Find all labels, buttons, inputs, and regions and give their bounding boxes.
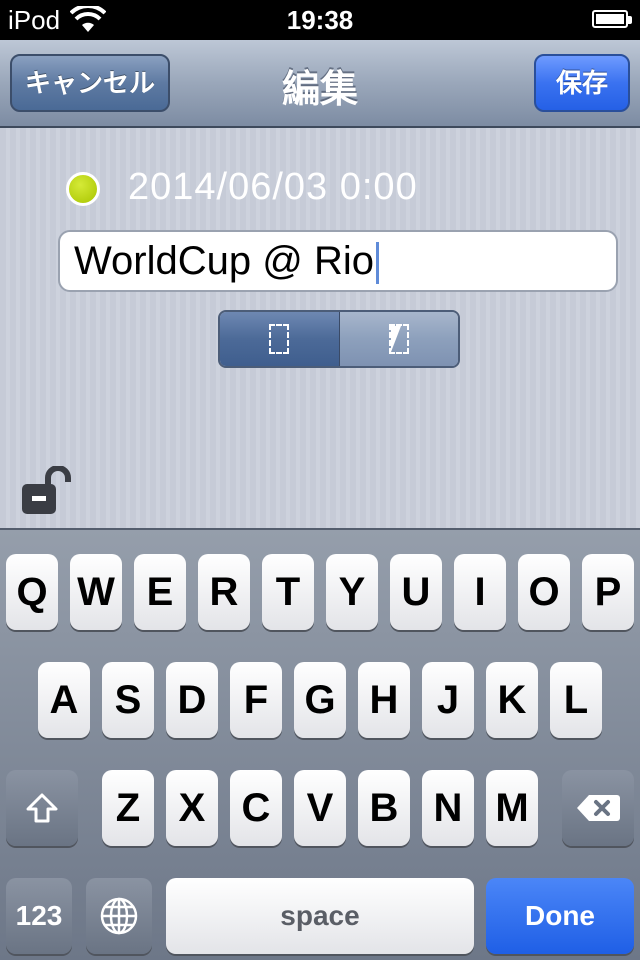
delete-key[interactable] [562, 770, 634, 846]
shift-key[interactable] [6, 770, 78, 846]
half-filled-box-icon [388, 324, 409, 354]
key-e[interactable]: E [134, 554, 186, 630]
unlock-icon[interactable] [20, 466, 74, 516]
key-c[interactable]: C [230, 770, 282, 846]
save-button[interactable]: 保存 [534, 54, 630, 112]
numbers-key[interactable]: 123 [6, 878, 72, 954]
key-x[interactable]: X [166, 770, 218, 846]
segment-half[interactable] [339, 312, 458, 366]
edit-form: 2014/06/03 0:00 WorldCup @ Rio [0, 128, 640, 528]
key-h[interactable]: H [358, 662, 410, 738]
key-s[interactable]: S [102, 662, 154, 738]
clock: 19:38 [286, 5, 354, 35]
key-j[interactable]: J [422, 662, 474, 738]
dashed-box-icon [269, 324, 290, 354]
key-q[interactable]: Q [6, 554, 58, 630]
backspace-icon [577, 795, 620, 821]
key-o[interactable]: O [518, 554, 570, 630]
key-g[interactable]: G [294, 662, 346, 738]
event-title-field[interactable]: WorldCup @ Rio [58, 230, 618, 292]
key-t[interactable]: T [262, 554, 314, 630]
key-k[interactable]: K [486, 662, 538, 738]
space-key[interactable]: space [166, 878, 474, 954]
key-b[interactable]: B [358, 770, 410, 846]
key-u[interactable]: U [390, 554, 442, 630]
status-bar: iPod 19:38 [0, 0, 640, 40]
key-y[interactable]: Y [326, 554, 378, 630]
display-mode-segmented-control[interactable] [218, 310, 460, 368]
shift-arrow-icon [26, 793, 58, 823]
key-n[interactable]: N [422, 770, 474, 846]
key-l[interactable]: L [550, 662, 602, 738]
battery-icon [592, 10, 632, 28]
key-z[interactable]: Z [102, 770, 154, 846]
key-m[interactable]: M [486, 770, 538, 846]
text-caret [375, 242, 379, 285]
globe-icon [100, 897, 138, 935]
key-f[interactable]: F [230, 662, 282, 738]
event-title-text: WorldCup @ Rio [74, 239, 374, 283]
done-key[interactable]: Done [486, 878, 634, 954]
color-dot-icon[interactable] [66, 172, 100, 206]
key-d[interactable]: D [166, 662, 218, 738]
key-i[interactable]: I [454, 554, 506, 630]
navigation-bar: キャンセル 編集 保存 [0, 40, 640, 128]
keyboard: Q W E R T Y U I O P A S D F G H J K L Z … [0, 528, 640, 960]
key-w[interactable]: W [70, 554, 122, 630]
key-a[interactable]: A [38, 662, 90, 738]
globe-key[interactable] [86, 878, 152, 954]
key-r[interactable]: R [198, 554, 250, 630]
key-p[interactable]: P [582, 554, 634, 630]
key-v[interactable]: V [294, 770, 346, 846]
event-datetime[interactable]: 2014/06/03 0:00 [128, 166, 418, 209]
segment-hollow[interactable] [220, 312, 340, 366]
